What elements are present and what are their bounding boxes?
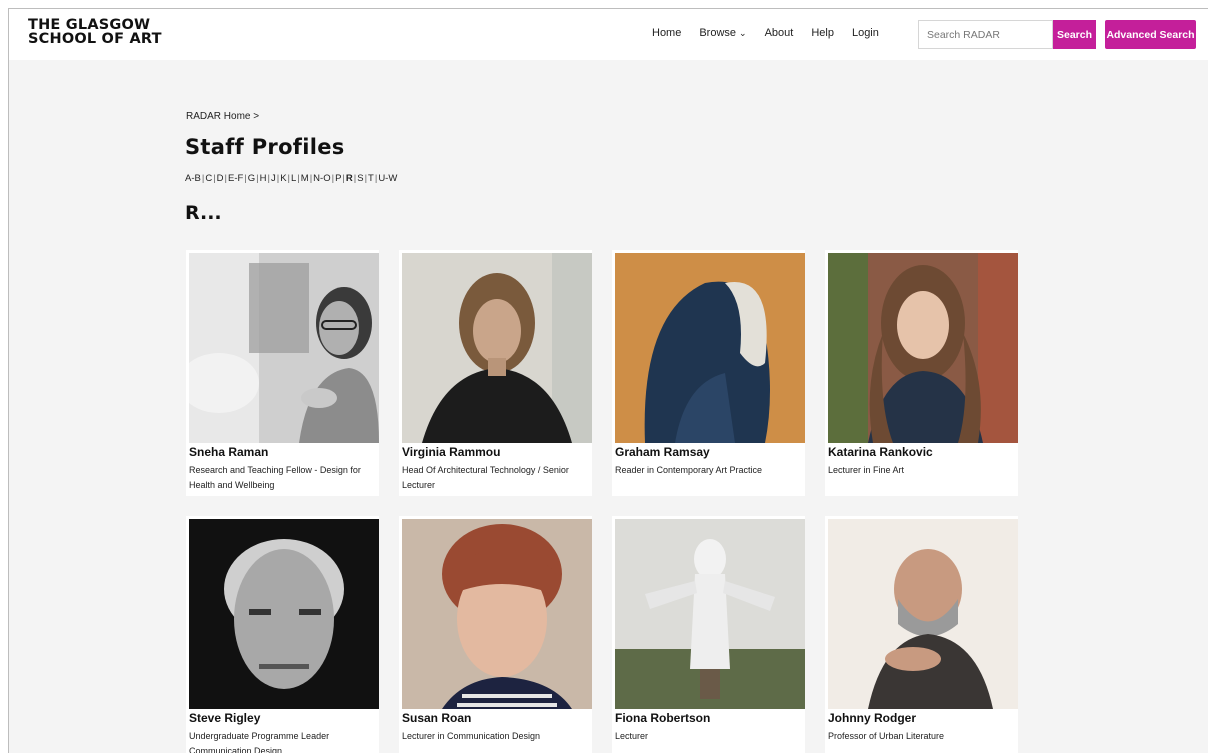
az-link-m[interactable]: M: [301, 173, 309, 184]
az-separator: |: [287, 173, 291, 184]
logo-line-1: THE GLASGOW: [28, 17, 151, 33]
staff-role: Research and Teaching Fellow - Design fo…: [189, 465, 361, 490]
az-link-r[interactable]: R: [346, 173, 353, 184]
staff-role: Lecturer in Fine Art: [828, 465, 905, 475]
browser-viewport: THE GLASGOW SCHOOL OF ART Home Browse ⌄ A…: [8, 8, 1208, 753]
staff-photo-johnny-rodger[interactable]: [828, 519, 1018, 709]
staff-role: Reader in Contemporary Art Practice: [615, 465, 763, 475]
staff-name[interactable]: Virginia Rammou: [402, 445, 500, 459]
az-separator: |: [224, 173, 227, 184]
chevron-down-icon: ⌄: [739, 28, 747, 38]
az-separator: |: [374, 173, 378, 184]
az-link-h[interactable]: H: [260, 173, 267, 184]
site-header: THE GLASGOW SCHOOL OF ART Home Browse ⌄ A…: [9, 9, 1208, 60]
az-separator: |: [297, 173, 300, 184]
staff-name[interactable]: Katarina Rankovic: [828, 445, 933, 459]
alphabet-index: A-B|C|D|E-F|G|H|J|K|L|M|N-O|P|R|S|T|U-W: [185, 173, 397, 184]
staff-photo-virginia-rammou[interactable]: [402, 253, 592, 443]
az-link-c[interactable]: C: [205, 173, 212, 184]
gsa-logo[interactable]: THE GLASGOW SCHOOL OF ART: [28, 17, 162, 47]
page-title: Staff Profiles: [185, 135, 345, 159]
az-separator: |: [309, 173, 313, 184]
letter-heading: R...: [185, 202, 222, 224]
staff-role: Professor of Urban Literature: [828, 731, 945, 741]
staff-card[interactable]: Steve Rigley Undergraduate Programme Lea…: [186, 516, 379, 753]
az-link-s[interactable]: S: [357, 173, 363, 184]
staff-photo-susan-roan[interactable]: [402, 519, 592, 709]
staff-card[interactable]: Fiona Robertson Lecturer: [612, 516, 805, 753]
az-separator: |: [353, 173, 357, 184]
az-separator: |: [201, 173, 205, 184]
staff-name[interactable]: Johnny Rodger: [828, 711, 916, 725]
breadcrumb[interactable]: RADAR Home >: [186, 111, 259, 122]
nav-browse[interactable]: Browse ⌄: [699, 27, 746, 39]
az-link-a-b[interactable]: A-B: [185, 173, 201, 184]
staff-card[interactable]: Susan Roan Lecturer in Communication Des…: [399, 516, 592, 753]
staff-photo-graham-ramsay[interactable]: [615, 253, 805, 443]
nav-home[interactable]: Home: [652, 27, 681, 39]
nav-login[interactable]: Login: [852, 27, 879, 39]
search-button[interactable]: Search: [1053, 20, 1096, 49]
az-link-e-f[interactable]: E-F: [228, 173, 243, 184]
nav-help[interactable]: Help: [811, 27, 834, 39]
staff-role: Undergraduate Programme Leader Communica…: [189, 731, 330, 753]
az-link-n-o[interactable]: N-O: [313, 173, 330, 184]
search-input[interactable]: [918, 20, 1053, 49]
az-link-g[interactable]: G: [248, 173, 255, 184]
staff-role: Head Of Architectural Technology / Senio…: [402, 465, 569, 490]
az-separator: |: [342, 173, 345, 184]
staff-photo-steve-rigley[interactable]: [189, 519, 379, 709]
logo-line-2: SCHOOL OF ART: [28, 31, 162, 47]
az-link-p[interactable]: P: [335, 173, 341, 184]
az-link-u-w[interactable]: U-W: [378, 173, 397, 184]
staff-photo-sneha-raman[interactable]: [189, 253, 379, 443]
az-link-t[interactable]: T: [368, 173, 374, 184]
az-link-k[interactable]: K: [280, 173, 286, 184]
az-separator: |: [244, 173, 247, 184]
az-link-d[interactable]: D: [217, 173, 224, 184]
staff-name[interactable]: Fiona Robertson: [615, 711, 710, 725]
staff-photo-katarina-rankovic[interactable]: [828, 253, 1018, 443]
staff-name[interactable]: Steve Rigley: [189, 711, 260, 725]
az-separator: |: [267, 173, 270, 184]
staff-role: Lecturer: [615, 731, 649, 741]
staff-card[interactable]: Virginia Rammou Head Of Architectural Te…: [399, 250, 592, 496]
az-separator: |: [256, 173, 259, 184]
staff-photo-fiona-robertson[interactable]: [615, 519, 805, 709]
staff-name[interactable]: Susan Roan: [402, 711, 471, 725]
advanced-search-button[interactable]: Advanced Search: [1105, 20, 1196, 49]
az-separator: |: [276, 173, 280, 184]
staff-card[interactable]: Graham Ramsay Reader in Contemporary Art…: [612, 250, 805, 496]
az-separator: |: [213, 173, 216, 184]
staff-name[interactable]: Sneha Raman: [189, 445, 268, 459]
staff-card[interactable]: Johnny Rodger Professor of Urban Literat…: [825, 516, 1018, 753]
nav-browse-label: Browse: [699, 27, 737, 39]
nav-about[interactable]: About: [765, 27, 794, 39]
az-separator: |: [331, 173, 335, 184]
staff-name[interactable]: Graham Ramsay: [615, 445, 710, 459]
az-link-j[interactable]: J: [271, 173, 276, 184]
staff-role: Lecturer in Communication Design: [402, 731, 541, 741]
az-link-l[interactable]: L: [291, 173, 296, 184]
az-separator: |: [364, 173, 368, 184]
main-nav: Home Browse ⌄ About Help Login: [652, 27, 897, 39]
staff-card[interactable]: Katarina Rankovic Lecturer in Fine Art: [825, 250, 1018, 496]
staff-card[interactable]: Sneha Raman Research and Teaching Fellow…: [186, 250, 379, 496]
